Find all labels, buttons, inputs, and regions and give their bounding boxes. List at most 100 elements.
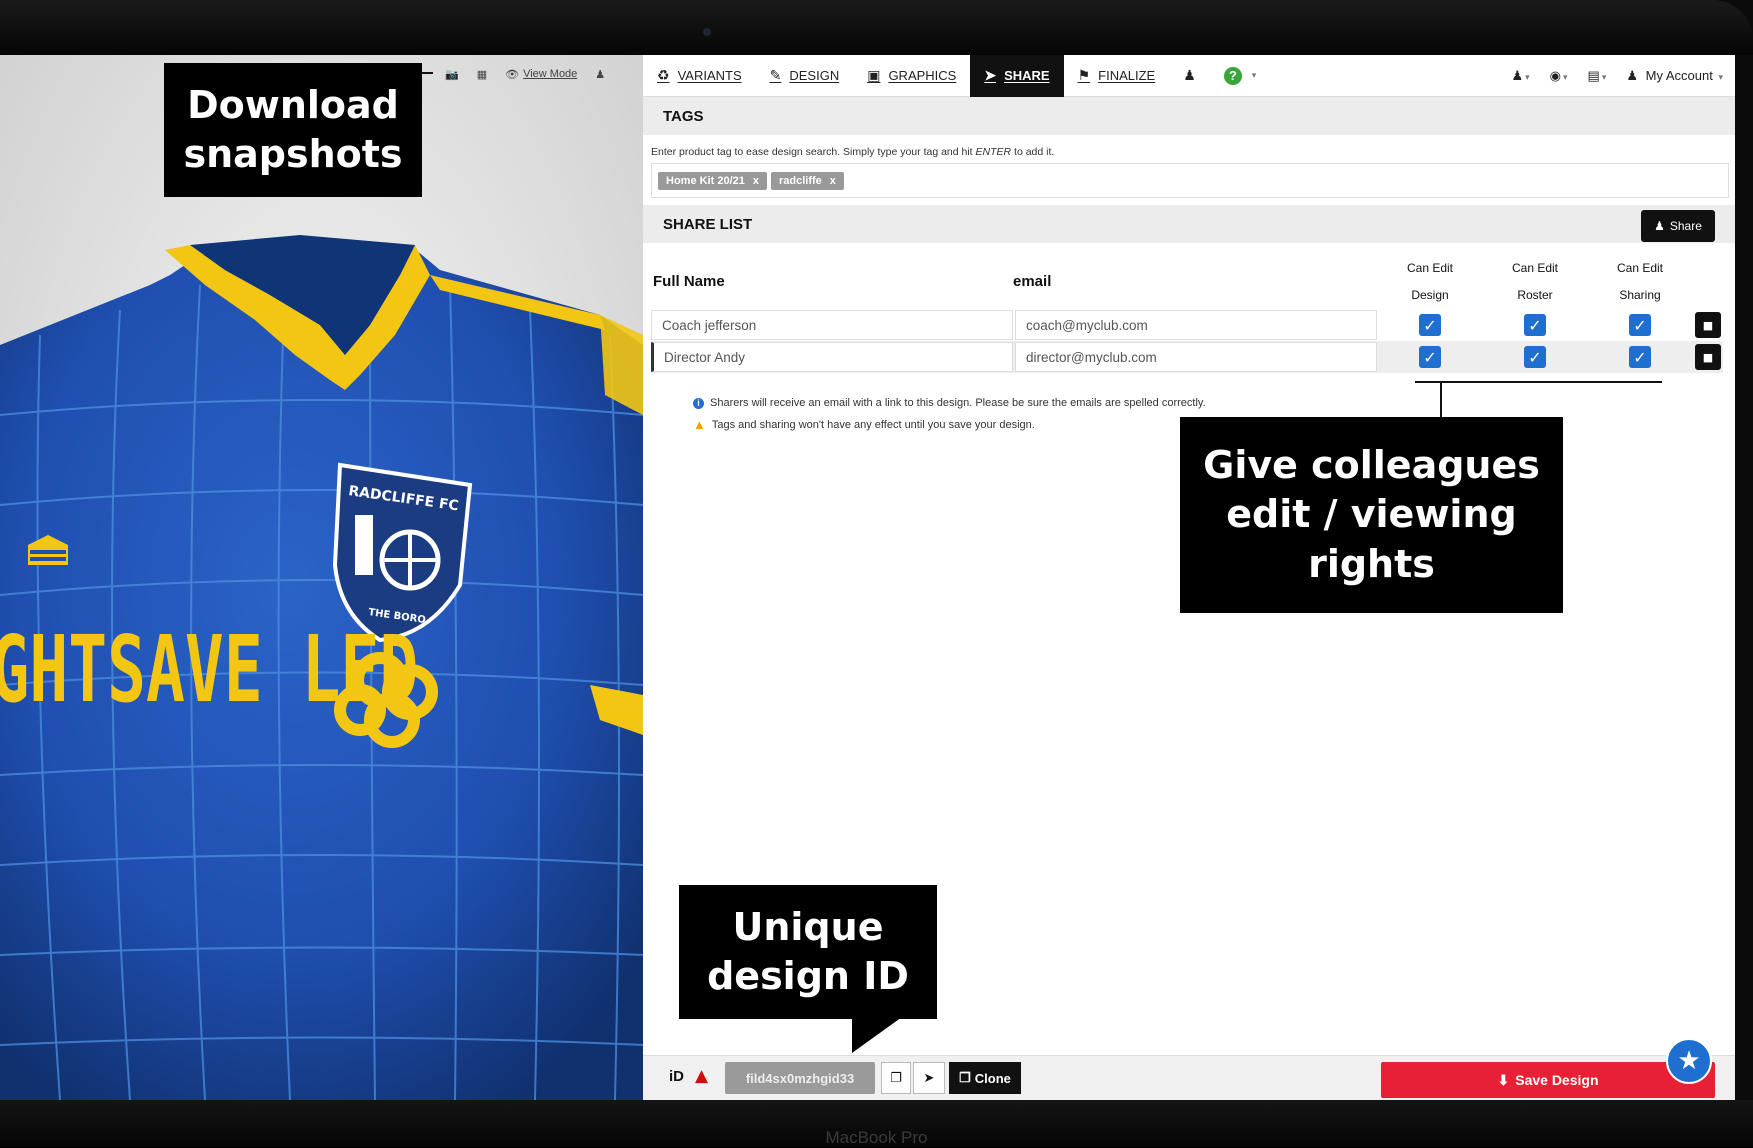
laptop-bezel <box>0 0 1753 55</box>
tags-input[interactable]: Home Kit 20/21 x radcliffe x <box>651 163 1729 198</box>
user-view-button[interactable]: ♟ <box>595 68 605 81</box>
share-warning-note: ▲ Tags and sharing won't have any effect… <box>693 417 1035 432</box>
tag-chip: radcliffe x <box>771 171 844 190</box>
pencil-icon: ✎ <box>769 67 782 83</box>
view-mode-button[interactable]: 👁 View Mode <box>505 68 577 81</box>
clone-button[interactable]: ❐ Clone <box>949 1062 1021 1094</box>
tags-heading: TAGS <box>643 97 1735 135</box>
tab-variants[interactable]: ♻ VARIANTS <box>643 55 756 97</box>
callout-line: edit / viewing <box>1226 492 1517 537</box>
col-can-edit-design: Can Edit Design <box>1380 255 1480 309</box>
can-edit-roster-checkbox[interactable]: ✓ <box>1524 314 1546 336</box>
print-icon: ▤ <box>1587 68 1600 83</box>
grid-view-button[interactable]: ▦ <box>477 68 487 81</box>
col-sharing-line2: Sharing <box>1619 288 1661 302</box>
globe-menu[interactable]: ◉ ▾ <box>1550 68 1568 84</box>
users-menu[interactable]: ♟ ▾ <box>1511 68 1529 84</box>
can-edit-design-checkbox[interactable]: ✓ <box>1419 314 1441 336</box>
tags-help-text: Enter product tag to ease design search.… <box>651 146 1054 158</box>
callout-line: rights <box>1308 541 1435 586</box>
delete-sharer-button[interactable]: ■ <box>1695 312 1721 338</box>
copy-icon: ❐ <box>890 1070 902 1086</box>
copy-id-button[interactable]: ❐ <box>881 1062 911 1094</box>
tags-help-post: to add it. <box>1011 146 1055 158</box>
callout-line: Give colleagues <box>1203 442 1540 487</box>
share-email-field[interactable]: coach@myclub.com <box>1015 310 1377 340</box>
jersey-viewer[interactable]: 📷 ▦ 👁 View Mode ♟ RADCLIFFE FC THE BORO … <box>0 55 643 1100</box>
tab-graphics-label: GRAPHICS <box>888 68 957 83</box>
warning-icon: ▲ <box>693 417 706 432</box>
design-id-field[interactable]: fild4sx0mzhgid33 <box>725 1062 875 1094</box>
col-can-edit-sharing: Can Edit Sharing <box>1590 255 1690 309</box>
col-design-line1: Can Edit <box>1406 261 1454 275</box>
can-edit-sharing-checkbox[interactable]: ✓ <box>1629 314 1651 336</box>
camera-snapshot-button[interactable]: 📷 <box>445 68 459 81</box>
eye-icon: 👁 <box>505 68 520 81</box>
share-warning-text: Tags and sharing won't have any effect u… <box>711 418 1035 431</box>
accessibility-button[interactable]: ★ <box>1666 1038 1712 1084</box>
share-info-note: i Sharers will receive an email with a l… <box>693 397 1206 409</box>
camera-icon: 📷 <box>445 68 459 81</box>
col-design-line2: Design <box>1411 288 1449 302</box>
app-screen: 📷 ▦ 👁 View Mode ♟ RADCLIFFE FC THE BORO … <box>0 55 1735 1100</box>
callout-line: Download <box>187 82 399 127</box>
share-name-field[interactable]: Director Andy <box>651 342 1013 372</box>
share-button-label: Share <box>1669 219 1702 233</box>
tag-remove-button[interactable]: x <box>753 175 759 187</box>
info-icon: i <box>693 397 704 409</box>
tag-label: Home Kit 20/21 <box>666 174 745 187</box>
share-email-field[interactable]: director@myclub.com <box>1015 342 1377 372</box>
view-mode-label: View Mode <box>523 68 578 80</box>
tag-remove-button[interactable]: x <box>830 175 836 187</box>
tab-share[interactable]: ➤ SHARE <box>970 55 1064 97</box>
jersey-model: RADCLIFFE FC THE BORO GHTSAVE LED <box>0 235 643 1100</box>
callout-tail <box>852 1017 902 1053</box>
can-edit-sharing-checkbox[interactable]: ✓ <box>1629 346 1651 368</box>
tab-graphics[interactable]: ▣ GRAPHICS <box>853 55 970 97</box>
col-sharing-line1: Can Edit <box>1616 261 1664 275</box>
share-name-field[interactable]: Coach jefferson <box>651 310 1013 340</box>
users-nav-button[interactable]: ♟ <box>1169 55 1210 97</box>
tab-design[interactable]: ✎ DESIGN <box>756 55 854 97</box>
callout-line: snapshots <box>183 132 403 176</box>
accessibility-icon: ★ <box>1677 1046 1701 1076</box>
tags-help-pre: Enter product tag to ease design search.… <box>651 146 976 158</box>
can-edit-design-checkbox[interactable]: ✓ <box>1419 346 1441 368</box>
can-edit-roster-checkbox[interactable]: ✓ <box>1524 346 1546 368</box>
save-design-button[interactable]: ⬇ Save Design <box>1381 1062 1715 1098</box>
share-id-button[interactable]: ➤ <box>913 1062 945 1094</box>
puzzle-icon: ♻ <box>657 67 670 83</box>
grid-icon: ▦ <box>476 68 488 81</box>
add-user-icon: ♟ <box>1654 219 1665 233</box>
col-full-name: Full Name <box>653 273 725 290</box>
account-menu[interactable]: ♟ My Account ▾ <box>1626 68 1723 84</box>
chevron-down-icon: ▾ <box>1251 70 1257 80</box>
device-brand: MacBook Pro <box>825 1128 928 1147</box>
top-nav: ♻ VARIANTS ✎ DESIGN ▣ GRAPHICS ➤ SHARE ⚑ <box>643 55 1735 97</box>
image-icon: ▣ <box>867 67 881 83</box>
help-menu[interactable]: ? ▾ <box>1210 55 1271 97</box>
tab-share-label: SHARE <box>1004 68 1050 83</box>
tag-label: radcliffe <box>779 174 822 187</box>
unique-id-callout: Unique design ID <box>679 885 937 1019</box>
share-button[interactable]: ♟ Share <box>1641 210 1715 242</box>
download-snapshots-callout: Download snapshots <box>164 63 422 197</box>
col-can-edit-roster: Can Edit Roster <box>1485 255 1585 309</box>
nav-right: ♟ ▾ ◉ ▾ ▤ ▾ ♟ My Account ▾ <box>1511 55 1723 97</box>
users-icon: ♟ <box>595 68 606 81</box>
chevron-down-icon: ▾ <box>1718 72 1723 82</box>
print-menu[interactable]: ▤ ▾ <box>1588 68 1607 84</box>
tab-finalize[interactable]: ⚑ FINALIZE <box>1064 55 1170 97</box>
clone-icon: ❐ <box>959 1070 971 1085</box>
col-email: email <box>1013 273 1052 290</box>
callout-line: Unique <box>732 904 884 949</box>
share-icon: ➤ <box>984 67 997 83</box>
edit-rights-callout: Give colleagues edit / viewing rights <box>1180 417 1563 613</box>
share-info-text: Sharers will receive an email with a lin… <box>710 397 1206 409</box>
id-label: iD <box>669 1068 684 1085</box>
col-roster-line1: Can Edit <box>1511 261 1559 275</box>
delete-sharer-button[interactable]: ■ <box>1695 344 1721 370</box>
help-icon: ? <box>1223 66 1242 85</box>
viewer-toolbar: 📷 ▦ 👁 View Mode ♟ <box>445 63 605 85</box>
tags-help-key: ENTER <box>975 146 1012 158</box>
